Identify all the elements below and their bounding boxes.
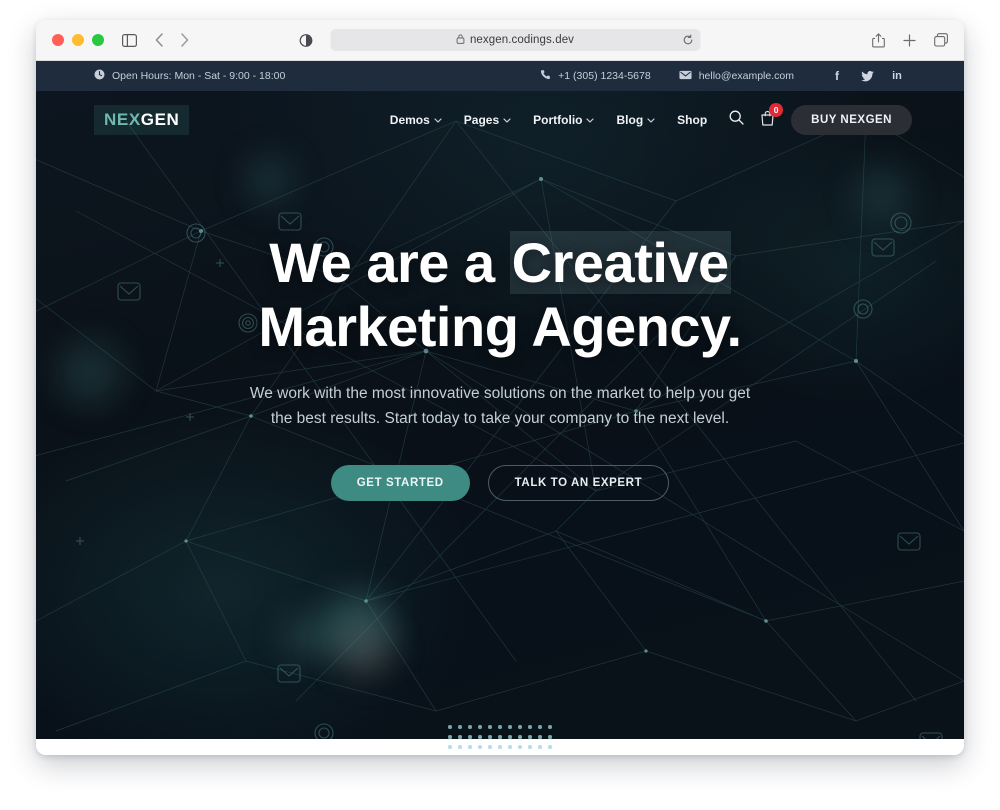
cart-button[interactable]: 0 <box>760 102 784 131</box>
tab-overview-icon[interactable] <box>934 33 948 47</box>
nav-menu: Demos Pages Portfolio Blog Shop <box>390 113 707 127</box>
browser-toolbar-right <box>872 32 948 48</box>
url-text: nexgen.codings.dev <box>469 34 575 46</box>
site-top-info-bar: Open Hours: Mon - Sat - 9:00 - 18:00 +1 … <box>36 61 964 91</box>
search-icon[interactable] <box>729 110 744 130</box>
social-links: f in <box>822 69 912 83</box>
logo-text-nex: NEX <box>104 110 141 129</box>
site-navbar: NEXGEN Demos Pages Portfolio Blog Shop 0… <box>36 91 964 149</box>
phone-link[interactable]: +1 (305) 1234-5678 <box>540 69 651 83</box>
phone-text: +1 (305) 1234-5678 <box>558 70 651 82</box>
clock-icon <box>94 69 105 83</box>
hero-cta-group: GET STARTED TALK TO AN EXPERT <box>36 464 964 501</box>
email-text: hello@example.com <box>698 70 794 82</box>
nav-item-demos[interactable]: Demos <box>390 113 442 127</box>
email-link[interactable]: hello@example.com <box>679 70 794 83</box>
hero-subheading: We work with the most innovative solutio… <box>36 381 964 431</box>
window-traffic-lights <box>52 34 104 46</box>
plus-icon[interactable] <box>903 33 916 47</box>
hero-sub-line2: the best results. Start today to take yo… <box>270 409 730 427</box>
lock-icon <box>457 31 465 49</box>
share-icon[interactable] <box>872 32 885 48</box>
sidebar-icon[interactable] <box>122 33 137 47</box>
hero-content: We are a Creative Marketing Agency. We w… <box>36 231 964 501</box>
logo-text-gen: GEN <box>140 110 180 129</box>
open-hours-text: Open Hours: Mon - Sat - 9:00 - 18:00 <box>112 70 286 82</box>
nav-label: Shop <box>677 113 708 127</box>
minimize-window-button[interactable] <box>72 34 84 46</box>
facebook-icon[interactable]: f <box>822 69 852 83</box>
forward-arrow-icon[interactable] <box>180 33 189 47</box>
chevron-down-icon <box>586 116 595 125</box>
maximize-window-button[interactable] <box>92 34 104 46</box>
back-arrow-icon[interactable] <box>155 33 164 47</box>
address-bar[interactable]: nexgen.codings.dev <box>330 29 701 51</box>
envelope-icon <box>679 70 692 83</box>
nav-label: Demos <box>389 113 430 127</box>
hero-sub-line1: We work with the most innovative solutio… <box>249 384 751 402</box>
hero-heading-highlight: Creative <box>509 231 731 294</box>
reader-mode-icon[interactable] <box>299 33 313 47</box>
chevron-down-icon <box>434 116 442 125</box>
contact-block: +1 (305) 1234-5678 hello@example.com f i… <box>540 69 912 83</box>
browser-toolbar: nexgen.codings.dev <box>36 20 964 61</box>
nav-item-portfolio[interactable]: Portfolio <box>533 113 595 127</box>
get-started-button[interactable]: GET STARTED <box>330 464 470 501</box>
linkedin-icon[interactable]: in <box>882 70 912 82</box>
browser-nav-arrows <box>155 33 189 47</box>
twitter-icon[interactable] <box>852 70 882 82</box>
nav-label: Blog <box>616 113 644 127</box>
nav-item-blog[interactable]: Blog <box>616 113 655 127</box>
chevron-down-icon <box>503 116 511 125</box>
cart-count-badge: 0 <box>769 102 784 117</box>
chevron-down-icon <box>647 116 655 125</box>
nav-item-pages[interactable]: Pages <box>464 113 511 127</box>
open-hours-block: Open Hours: Mon - Sat - 9:00 - 18:00 <box>94 69 285 83</box>
address-bar-area: nexgen.codings.dev <box>299 29 701 51</box>
hero-heading: We are a Creative Marketing Agency. <box>36 231 964 359</box>
hero-section: Open Hours: Mon - Sat - 9:00 - 18:00 +1 … <box>36 61 964 739</box>
reload-icon[interactable] <box>683 34 694 46</box>
site-logo[interactable]: NEXGEN <box>94 105 190 135</box>
dot-grid-decoration <box>448 725 552 755</box>
hero-heading-line1: We are a Creative <box>269 231 731 294</box>
nav-tools: 0 BUY NEXGEN <box>729 102 912 135</box>
nav-label: Pages <box>463 113 500 127</box>
nav-item-shop[interactable]: Shop <box>677 113 707 127</box>
close-window-button[interactable] <box>52 34 64 46</box>
browser-window: nexgen.codings.dev Open Hours: Mon - Sat… <box>36 20 964 755</box>
buy-nexgen-button[interactable]: BUY NEXGEN <box>791 105 912 135</box>
phone-icon <box>540 69 551 83</box>
page-viewport: Open Hours: Mon - Sat - 9:00 - 18:00 +1 … <box>36 61 964 755</box>
talk-to-expert-button[interactable]: TALK TO AN EXPERT <box>487 464 670 501</box>
nav-label: Portfolio <box>533 113 583 127</box>
hero-heading-line2: Marketing Agency. <box>258 294 742 358</box>
hero-heading-plain: We are a <box>269 231 510 294</box>
